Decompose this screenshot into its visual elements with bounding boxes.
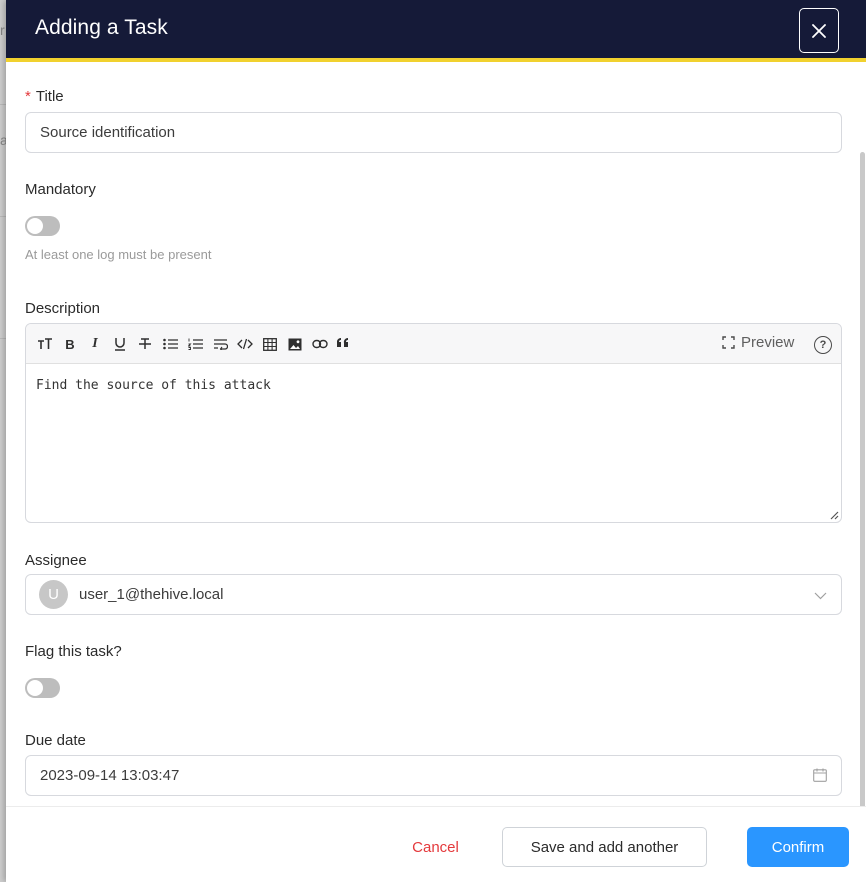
scrollbar[interactable] bbox=[860, 152, 865, 806]
underline-icon[interactable] bbox=[111, 336, 129, 352]
resize-handle-icon[interactable] bbox=[829, 510, 839, 520]
confirm-button[interactable]: Confirm bbox=[747, 827, 849, 867]
save-and-add-another-button[interactable]: Save and add another bbox=[502, 827, 707, 867]
image-icon[interactable] bbox=[286, 336, 304, 352]
drawer-title: Adding a Task bbox=[35, 16, 168, 39]
quote-icon[interactable] bbox=[335, 334, 353, 350]
close-button[interactable] bbox=[799, 8, 839, 53]
fullscreen-icon bbox=[722, 336, 735, 349]
strikethrough-icon[interactable] bbox=[136, 336, 154, 352]
title-input-value: Source identification bbox=[40, 124, 176, 141]
bullet-list-icon[interactable] bbox=[161, 336, 179, 352]
close-icon bbox=[812, 23, 826, 38]
drawer-body: * Title Source identification Mandatory A… bbox=[6, 66, 866, 806]
description-textarea[interactable]: Find the source of this attack bbox=[36, 378, 271, 393]
mandatory-toggle[interactable] bbox=[25, 216, 60, 236]
avatar: U bbox=[39, 580, 68, 609]
table-icon[interactable] bbox=[261, 336, 279, 352]
toggle-knob bbox=[27, 680, 43, 696]
add-task-drawer: Adding a Task * Title Source identificati… bbox=[6, 0, 866, 882]
wrap-icon[interactable] bbox=[211, 336, 229, 352]
title-label-text: Title bbox=[35, 88, 64, 105]
due-date-picker[interactable]: 2023-09-14 13:03:47 bbox=[25, 755, 842, 796]
preview-button[interactable]: Preview bbox=[722, 334, 794, 351]
calendar-icon bbox=[813, 768, 827, 782]
description-label: Description bbox=[25, 300, 101, 317]
text-size-icon[interactable] bbox=[36, 336, 54, 352]
mandatory-helper-text: At least one log must be present bbox=[25, 247, 212, 262]
drawer-footer: Cancel Save and add another Confirm bbox=[6, 806, 866, 882]
description-editor: B I Preview ? Find the source of this at… bbox=[25, 323, 842, 523]
bold-icon[interactable]: B bbox=[61, 336, 79, 352]
ordered-list-icon[interactable] bbox=[186, 336, 204, 352]
italic-icon[interactable]: I bbox=[86, 336, 104, 352]
preview-label: Preview bbox=[741, 334, 795, 351]
mandatory-label: Mandatory bbox=[25, 181, 96, 198]
due-date-value: 2023-09-14 13:03:47 bbox=[40, 767, 180, 784]
title-input[interactable]: Source identification bbox=[25, 112, 842, 153]
title-label: * Title bbox=[25, 88, 64, 105]
required-mark: * bbox=[25, 88, 31, 105]
assignee-select[interactable]: U user_1@thehive.local bbox=[25, 574, 842, 615]
link-icon[interactable] bbox=[311, 336, 329, 352]
editor-toolbar: B I Preview ? bbox=[26, 324, 841, 364]
assignee-label: Assignee bbox=[25, 552, 87, 569]
cancel-button[interactable]: Cancel bbox=[398, 827, 473, 867]
toggle-knob bbox=[27, 218, 43, 234]
chevron-down-icon bbox=[814, 592, 827, 600]
drawer-header: Adding a Task bbox=[6, 0, 866, 62]
assignee-value: user_1@thehive.local bbox=[79, 586, 224, 603]
code-icon[interactable] bbox=[236, 336, 254, 352]
flag-label: Flag this task? bbox=[25, 643, 122, 660]
help-icon[interactable]: ? bbox=[814, 336, 832, 354]
flag-toggle[interactable] bbox=[25, 678, 60, 698]
due-date-label: Due date bbox=[25, 732, 86, 749]
backdrop-text: r bbox=[0, 22, 5, 38]
